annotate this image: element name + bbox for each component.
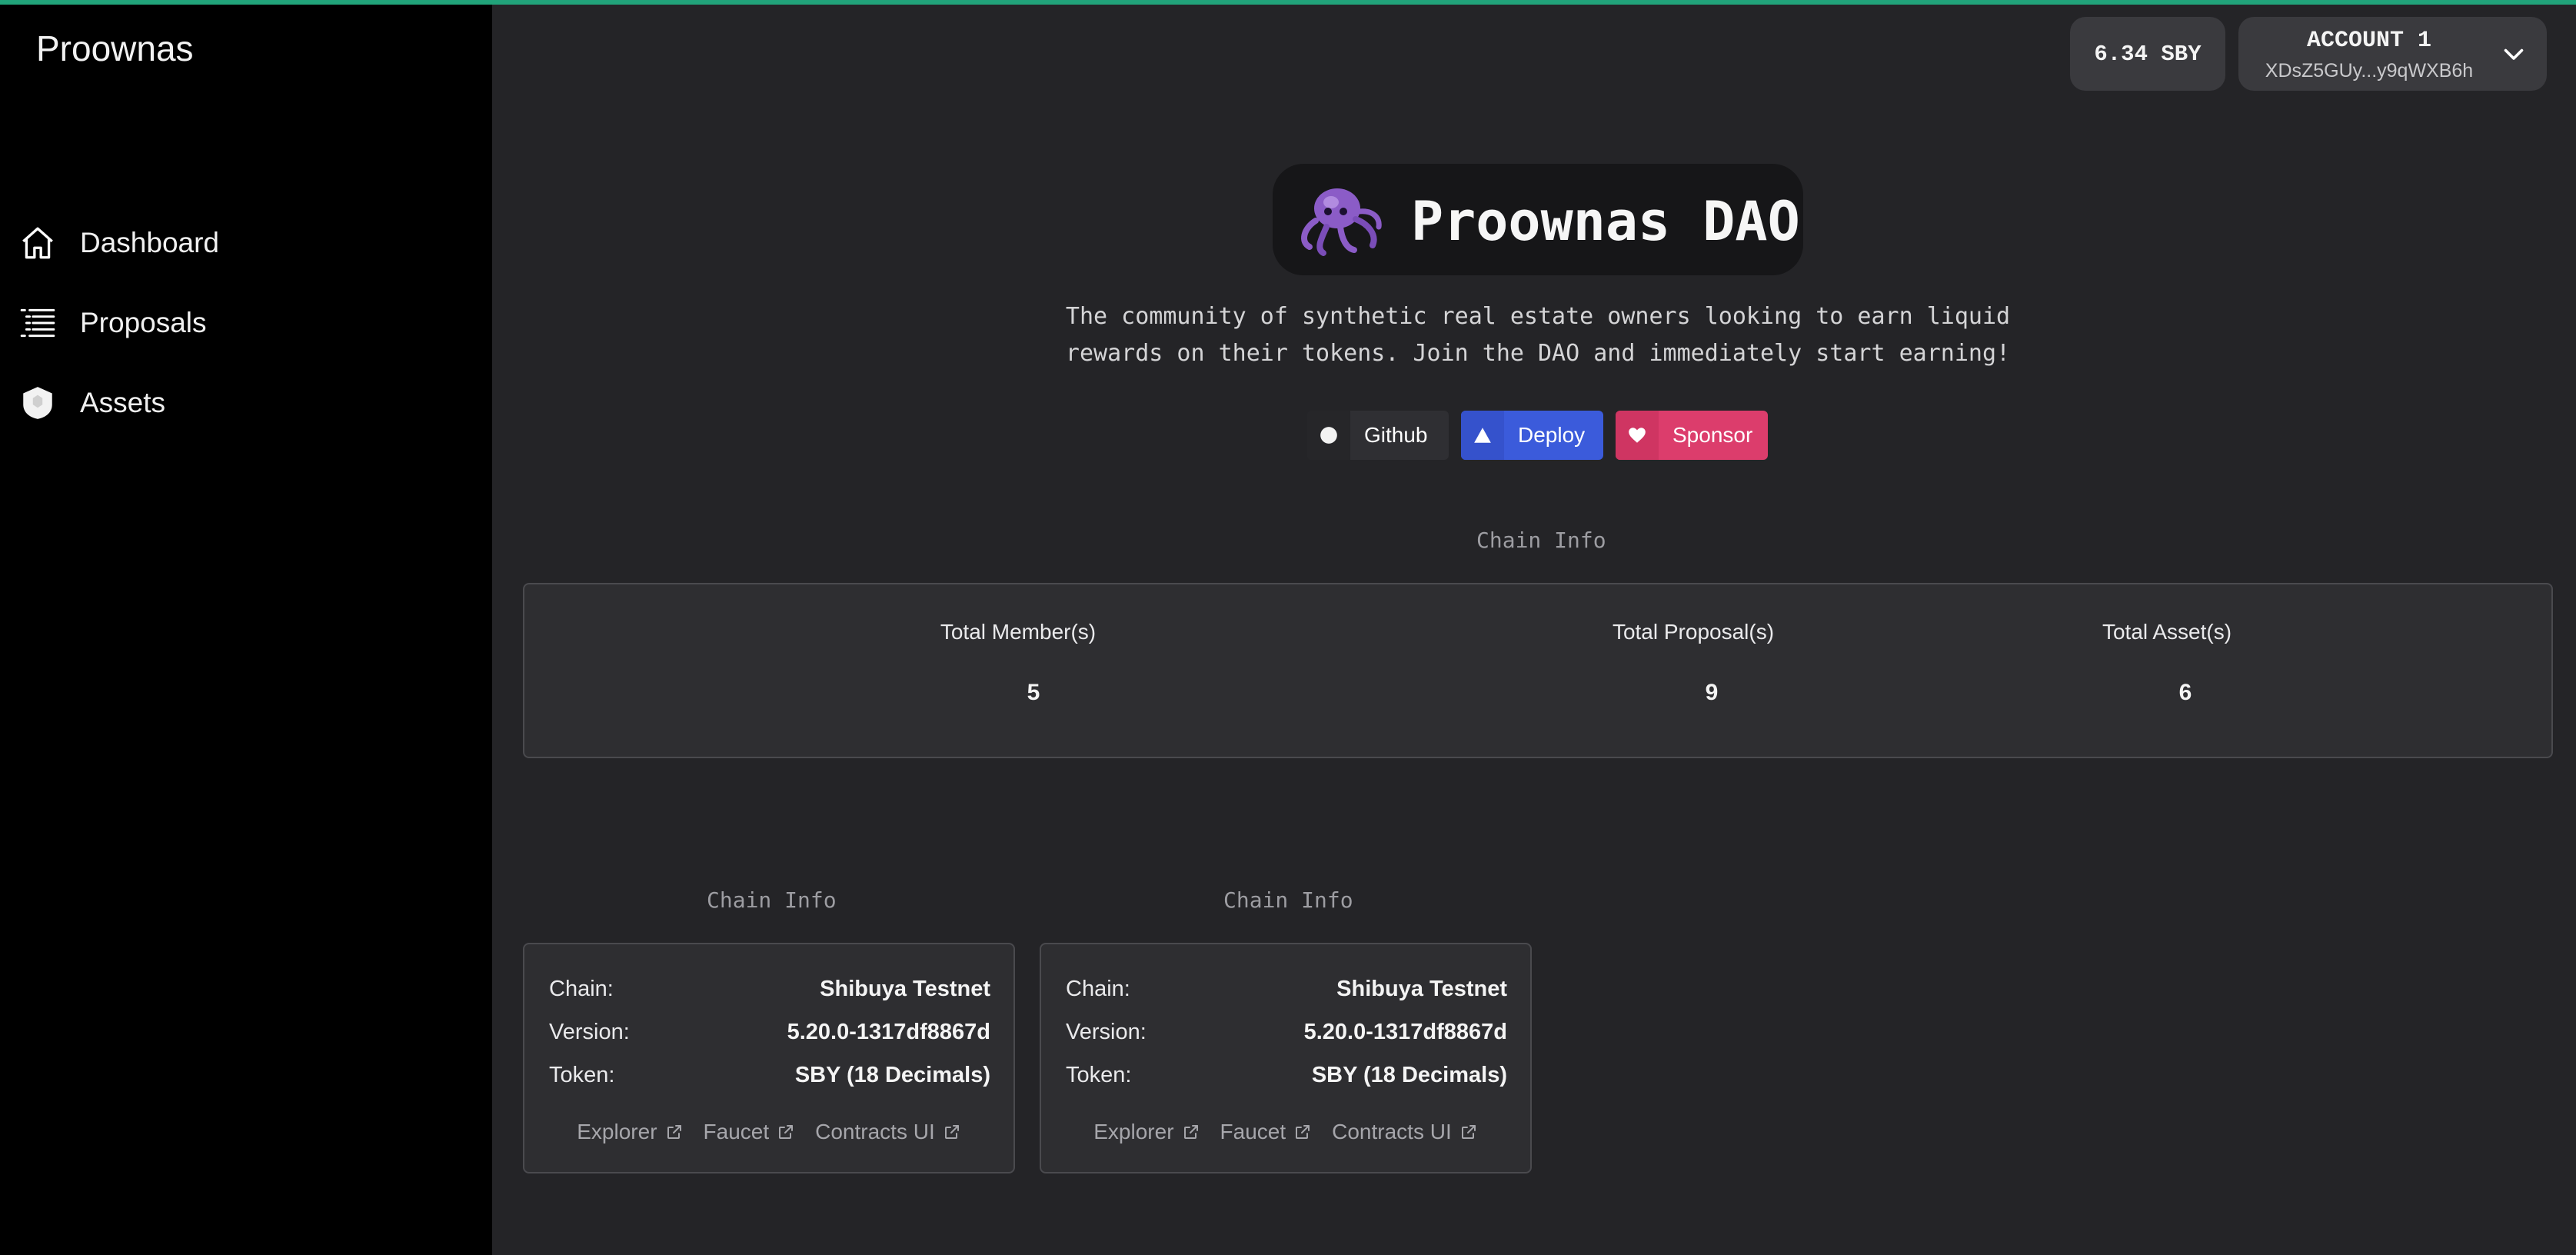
brand-name: Proownas — [36, 28, 194, 68]
token-value: SBY (18 Decimals) — [1311, 1063, 1507, 1087]
chain-info-card: Chain: Shibuya Testnet Version: 5.20.0-1… — [523, 943, 1015, 1173]
sidebar-item-assets[interactable]: Assets — [0, 372, 492, 434]
chain-key: Chain: — [549, 977, 614, 1001]
account-name: ACCOUNT 1 — [2306, 28, 2432, 54]
stats-panel: Total Member(s) 5 Total Proposal(s) 9 To… — [523, 583, 2553, 758]
version-row: Version: 5.20.0-1317df8867d — [549, 1020, 990, 1050]
list-icon — [18, 304, 57, 342]
link-label: Faucet — [1220, 1120, 1286, 1143]
top-progress-line — [0, 0, 2576, 5]
token-row: Token: SBY (18 Decimals) — [549, 1063, 990, 1094]
octopus-logo-icon — [1301, 188, 1382, 256]
external-link-icon — [1461, 1125, 1476, 1139]
stat-label: Total Proposal(s) — [1612, 620, 1775, 644]
card-label: Chain Info — [707, 887, 837, 913]
account-selector[interactable]: ACCOUNT 1 XDsZ5GUy...y9qWXB6h — [2238, 17, 2547, 91]
version-key: Version: — [1066, 1020, 1147, 1044]
triangle-icon — [1461, 411, 1504, 460]
external-link-icon — [1296, 1125, 1310, 1139]
card-links: Explorer Faucet Contracts UI — [1041, 1120, 1530, 1144]
sidebar-item-label: Proposals — [80, 307, 207, 338]
sidebar-item-label: Assets — [80, 387, 166, 418]
stat-value: 9 — [1705, 680, 1719, 705]
sponsor-button[interactable]: Sponsor — [1616, 411, 1768, 460]
version-value: 5.20.0-1317df8867d — [1303, 1020, 1507, 1044]
token-row: Token: SBY (18 Decimals) — [1066, 1063, 1507, 1094]
deploy-button[interactable]: Deploy — [1461, 411, 1603, 460]
dao-title-pill: Proownas DAO — [1273, 164, 1803, 275]
version-key: Version: — [549, 1020, 630, 1044]
explorer-link[interactable]: Explorer — [577, 1120, 683, 1144]
dao-description: The community of synthetic real estate o… — [1065, 303, 2011, 367]
sidebar-item-label: Dashboard — [80, 227, 220, 258]
chain-row: Chain: Shibuya Testnet — [549, 977, 990, 1007]
external-link-icon — [667, 1125, 681, 1139]
home-icon — [18, 224, 57, 262]
stat-value: 6 — [2178, 680, 2192, 705]
card-label: Chain Info — [1223, 887, 1353, 913]
external-link-icon — [779, 1125, 794, 1139]
page-title: Proownas DAO — [1411, 190, 1800, 253]
chain-value: Shibuya Testnet — [820, 977, 990, 1001]
github-button[interactable]: Github — [1307, 411, 1449, 460]
version-value: 5.20.0-1317df8867d — [787, 1020, 990, 1044]
link-label: Faucet — [703, 1120, 770, 1143]
chain-row: Chain: Shibuya Testnet — [1066, 977, 1507, 1007]
sidebar: Proownas Dashboard Proposals Assets — [0, 0, 492, 1255]
external-link-icon — [1183, 1125, 1198, 1139]
link-label: Explorer — [1093, 1120, 1174, 1143]
stat-label: Total Asset(s) — [2102, 620, 2232, 644]
link-label: Contracts UI — [815, 1120, 935, 1143]
contracts-ui-link[interactable]: Contracts UI — [815, 1120, 961, 1144]
link-label: Explorer — [577, 1120, 657, 1143]
chain-value: Shibuya Testnet — [1336, 977, 1507, 1001]
explorer-link[interactable]: Explorer — [1093, 1120, 1200, 1144]
chain-info-card: Chain: Shibuya Testnet Version: 5.20.0-1… — [1040, 943, 1532, 1173]
section-label: Chain Info — [1476, 528, 1606, 553]
github-icon — [1307, 411, 1350, 460]
stat-value: 5 — [1027, 680, 1040, 705]
github-button-label: Github — [1364, 423, 1428, 447]
faucet-link[interactable]: Faucet — [1220, 1120, 1313, 1144]
external-link-icon — [944, 1125, 959, 1139]
token-value: SBY (18 Decimals) — [794, 1063, 990, 1087]
shield-icon — [18, 384, 57, 422]
stat-label: Total Member(s) — [940, 620, 1097, 644]
sidebar-item-dashboard[interactable]: Dashboard — [0, 212, 492, 274]
chevron-down-icon — [2504, 48, 2524, 60]
balance-badge: 6.34 SBY — [2070, 17, 2225, 91]
sidebar-item-proposals[interactable]: Proposals — [0, 292, 492, 354]
token-key: Token: — [549, 1063, 615, 1087]
card-links: Explorer Faucet Contracts UI — [524, 1120, 1013, 1144]
heart-icon — [1616, 411, 1659, 460]
version-row: Version: 5.20.0-1317df8867d — [1066, 1020, 1507, 1050]
faucet-link[interactable]: Faucet — [704, 1120, 796, 1144]
token-key: Token: — [1066, 1063, 1132, 1087]
contracts-ui-link[interactable]: Contracts UI — [1332, 1120, 1478, 1144]
deploy-button-label: Deploy — [1518, 423, 1586, 447]
link-label: Contracts UI — [1332, 1120, 1452, 1143]
sponsor-button-label: Sponsor — [1672, 423, 1753, 447]
chain-key: Chain: — [1066, 977, 1130, 1001]
account-address: XDsZ5GUy...y9qWXB6h — [2265, 60, 2474, 82]
